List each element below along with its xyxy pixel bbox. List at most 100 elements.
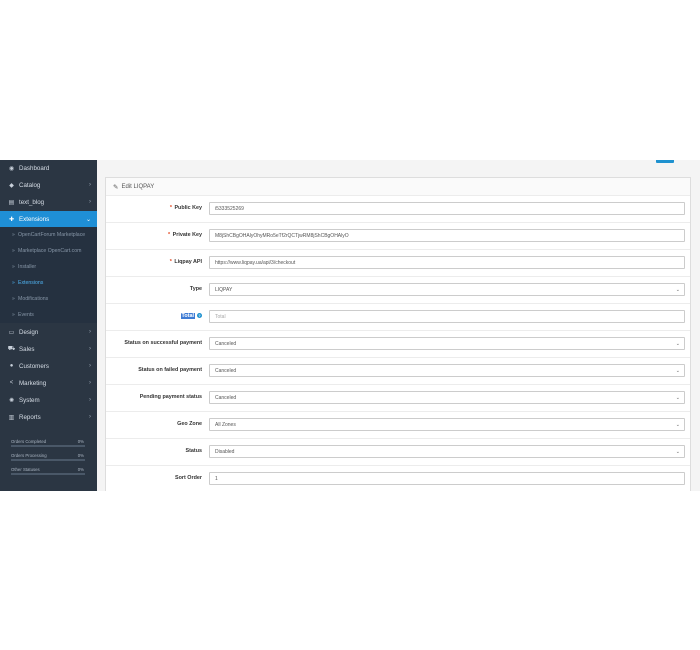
- public-key-input[interactable]: i5333525269: [209, 202, 685, 215]
- stat-orders-completed: Orders Completed 0%: [8, 436, 88, 450]
- sidebar-item-reports[interactable]: ▥ Reports ›: [0, 409, 97, 425]
- edit-panel: ✎ Edit LIQPAY * Public Key i5333525269 *…: [105, 177, 691, 491]
- sidebar-item-catalog[interactable]: ◆ Catalog ›: [0, 177, 97, 193]
- sidebar-item-system[interactable]: ✺ System ›: [0, 392, 97, 408]
- public-key-label: * Public Key: [169, 205, 202, 211]
- form-row-liqpay-api: * Liqpay API https://www.liqpay.ua/api/3…: [106, 249, 690, 277]
- sidebar-item-label: Design: [19, 328, 39, 336]
- form-row-status-success: Status on successful payment Canceled ⌄: [106, 330, 690, 358]
- chevron-down-icon: ⌄: [675, 421, 680, 428]
- bullet-icon: »: [12, 296, 15, 302]
- sidebar-subitem-installer[interactable]: » Installer: [0, 259, 97, 275]
- sidebar-item-label: Extensions: [19, 215, 50, 223]
- chevron-right-icon: ›: [89, 363, 91, 369]
- chevron-right-icon: ›: [89, 182, 91, 188]
- form-row-geo-zone: Geo Zone All Zones ⌄: [106, 411, 690, 439]
- bullet-icon: »: [12, 312, 15, 318]
- panel-heading: ✎ Edit LIQPAY: [106, 178, 690, 196]
- sidebar-item-label: Marketing: [19, 379, 47, 387]
- dashboard-icon: ◉: [8, 165, 15, 172]
- sidebar-subitem-label: Modifications: [18, 296, 49, 302]
- sidebar-subitem-extensions[interactable]: » Extensions: [0, 275, 97, 291]
- cart-icon: ⛟: [7, 346, 16, 352]
- type-select[interactable]: LIQPAY ⌄: [209, 283, 685, 296]
- pencil-icon: ✎: [113, 183, 119, 191]
- liqpay-api-label: * Liqpay API: [169, 259, 202, 265]
- sort-order-input[interactable]: 1: [209, 472, 685, 485]
- sidebar-subitem-label: Events: [18, 312, 34, 318]
- help-icon[interactable]: ?: [197, 313, 202, 319]
- status-failed-label: Status on failed payment: [138, 367, 202, 373]
- header-action-button[interactable]: [656, 160, 674, 163]
- total-input[interactable]: Total: [209, 310, 685, 323]
- stat-orders-processing: Orders Processing 0%: [8, 450, 88, 464]
- book-icon: ▤: [8, 199, 15, 206]
- status-select[interactable]: Disabled ⌄: [209, 445, 685, 458]
- sidebar-item-label: Sales: [19, 345, 35, 353]
- bullet-icon: »: [12, 248, 15, 254]
- chevron-right-icon: ›: [89, 397, 91, 403]
- sidebar-item-text-blog[interactable]: ▤ text_blog ›: [0, 194, 97, 210]
- sidebar-subitem-label: Marketplace OpenCart.com: [18, 248, 82, 254]
- private-key-label: * Private Key: [168, 232, 202, 238]
- geo-zone-label: Geo Zone: [177, 421, 202, 427]
- progress-bar: [11, 473, 85, 475]
- pending-status-select[interactable]: Canceled ⌄: [209, 391, 685, 404]
- sidebar-item-label: Customers: [19, 362, 49, 370]
- bullet-icon: »: [12, 232, 15, 238]
- progress-bar: [11, 459, 85, 461]
- chevron-down-icon: ⌄: [85, 216, 91, 223]
- cog-icon: ✺: [8, 397, 15, 404]
- sidebar-item-label: Reports: [19, 413, 41, 421]
- form-row-private-key: * Private Key M8jShCBgOHAlyOhyMRo5eTf2rQ…: [106, 222, 690, 250]
- form-row-public-key: * Public Key i5333525269: [106, 195, 690, 223]
- sidebar-item-marketing[interactable]: < Marketing ›: [0, 375, 97, 391]
- sidebar-item-design[interactable]: ▭ Design ›: [0, 324, 97, 340]
- chevron-right-icon: ›: [89, 414, 91, 420]
- liqpay-api-input[interactable]: https://www.liqpay.ua/api/3/checkout: [209, 256, 685, 269]
- sidebar-subitem-opencartforum-marketplace[interactable]: » OpenCartForum Marketplace: [0, 227, 97, 243]
- app-screenshot: ◉ Dashboard ◆ Catalog › ▤ text_blog › ✚ …: [0, 160, 700, 491]
- bullet-icon: »: [12, 280, 15, 286]
- order-stats: Orders Completed 0% Orders Processing 0%…: [8, 436, 88, 478]
- sidebar-item-extensions[interactable]: ✚ Extensions ⌄: [0, 211, 97, 227]
- sidebar-item-label: Dashboard: [19, 164, 50, 172]
- type-label: Type: [189, 286, 202, 292]
- sidebar-item-sales[interactable]: ⛟ Sales ›: [0, 341, 97, 357]
- sidebar-item-label: System: [19, 396, 40, 404]
- status-failed-select[interactable]: Canceled ⌄: [209, 364, 685, 377]
- monitor-icon: ▭: [8, 329, 15, 336]
- puzzle-icon: ✚: [8, 216, 15, 223]
- sidebar-subitem-marketplace-opencart[interactable]: » Marketplace OpenCart.com: [0, 243, 97, 259]
- form-row-pending-status: Pending payment status Canceled ⌄: [106, 384, 690, 412]
- tag-icon: ◆: [9, 182, 14, 189]
- user-icon: ●: [9, 363, 14, 369]
- sidebar-subitem-label: Installer: [18, 264, 37, 270]
- pending-status-label: Pending payment status: [139, 394, 202, 400]
- private-key-input[interactable]: M8jShCBgOHAlyOhyMRo5eTf2rQCTjwRM8jShCBgO…: [209, 229, 685, 242]
- sidebar-subitem-modifications[interactable]: » Modifications: [0, 291, 97, 307]
- stat-other-statuses: Other Statuses 0%: [8, 464, 88, 478]
- chevron-down-icon: ⌄: [675, 340, 680, 347]
- sidebar-subitem-events[interactable]: » Events: [0, 307, 97, 323]
- sort-order-label: Sort Order: [175, 475, 202, 481]
- bar-chart-icon: ▥: [8, 414, 15, 421]
- chevron-down-icon: ⌄: [675, 286, 680, 293]
- form-row-total: Total? Total: [106, 303, 690, 331]
- form-row-sort-order: Sort Order 1: [106, 465, 690, 491]
- sidebar-item-label: text_blog: [19, 198, 45, 206]
- chevron-right-icon: ›: [89, 199, 91, 205]
- chevron-right-icon: ›: [89, 329, 91, 335]
- sidebar-item-customers[interactable]: ● Customers ›: [0, 358, 97, 374]
- chevron-right-icon: ›: [89, 346, 91, 352]
- form-row-status: Status Disabled ⌄: [106, 438, 690, 466]
- status-success-select[interactable]: Canceled ⌄: [209, 337, 685, 350]
- geo-zone-select[interactable]: All Zones ⌄: [209, 418, 685, 431]
- form-row-status-failed: Status on failed payment Canceled ⌄: [106, 357, 690, 385]
- total-label: Total?: [180, 313, 202, 319]
- chevron-down-icon: ⌄: [675, 367, 680, 374]
- bullet-icon: »: [12, 264, 15, 270]
- chevron-right-icon: ›: [89, 380, 91, 386]
- sidebar-item-dashboard[interactable]: ◉ Dashboard: [0, 160, 97, 176]
- sidebar: ◉ Dashboard ◆ Catalog › ▤ text_blog › ✚ …: [0, 160, 97, 491]
